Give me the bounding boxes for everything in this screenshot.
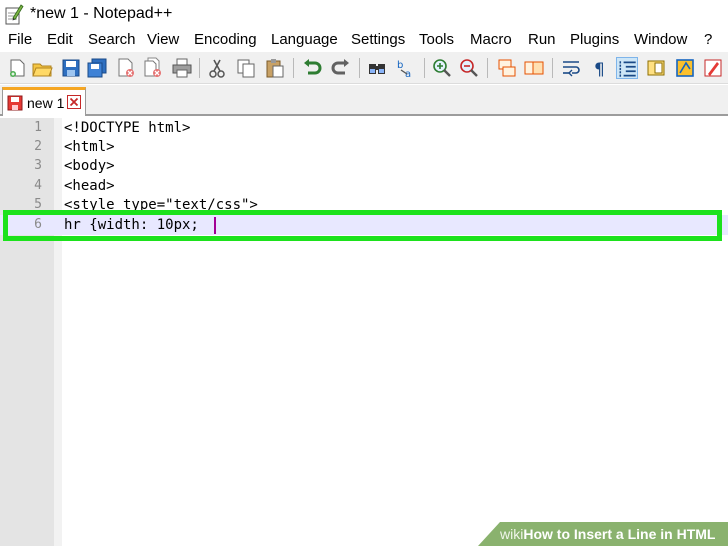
line-number: 1 bbox=[34, 120, 42, 135]
editor-area[interactable]: 1 <!DOCTYPE html> 2 <html> 3 <body> 4 <h… bbox=[0, 118, 728, 546]
copy-icon[interactable] bbox=[235, 57, 257, 79]
menu-macro[interactable]: Macro bbox=[470, 30, 512, 50]
document-map-icon[interactable] bbox=[645, 57, 667, 79]
svg-text:¶: ¶ bbox=[594, 60, 605, 79]
menu-bar: File Edit Search View Encoding Language … bbox=[0, 28, 728, 52]
notepad-plus-plus-app-icon bbox=[4, 3, 24, 25]
print-icon[interactable] bbox=[171, 57, 193, 79]
code-text[interactable]: <head> bbox=[64, 176, 115, 196]
code-line[interactable]: 3 <body> bbox=[0, 156, 728, 176]
menu-window[interactable]: Window bbox=[634, 30, 687, 50]
code-line[interactable]: 1 <!DOCTYPE html> bbox=[0, 118, 728, 138]
toolbar-separator bbox=[293, 58, 294, 78]
folder-workspace-icon[interactable] bbox=[702, 57, 724, 79]
menu-file[interactable]: File bbox=[8, 30, 32, 50]
tab-close-icon[interactable] bbox=[67, 95, 81, 109]
open-file-icon[interactable] bbox=[31, 57, 53, 79]
new-file-icon[interactable] bbox=[6, 57, 28, 79]
zoom-out-icon[interactable] bbox=[458, 57, 480, 79]
menu-edit[interactable]: Edit bbox=[47, 30, 73, 50]
paste-icon[interactable] bbox=[264, 57, 286, 79]
code-text[interactable]: <html> bbox=[64, 137, 115, 157]
watermark-title: How to Insert a Line in HTML bbox=[523, 526, 716, 542]
indent-guide-icon[interactable] bbox=[616, 57, 638, 79]
menu-plugins[interactable]: Plugins bbox=[570, 30, 619, 50]
tab-label: new 1 bbox=[27, 95, 65, 111]
watermark-text: wikiHow to Insert a Line in HTML bbox=[500, 525, 715, 543]
menu-search[interactable]: Search bbox=[88, 30, 136, 50]
zoom-in-icon[interactable] bbox=[431, 57, 453, 79]
instruction-highlight-box bbox=[3, 210, 722, 241]
function-list-icon[interactable] bbox=[674, 57, 696, 79]
code-text[interactable]: <body> bbox=[64, 156, 115, 176]
toolbar: ba ¶ bbox=[0, 52, 728, 84]
find-icon[interactable] bbox=[366, 57, 388, 79]
code-line[interactable]: 2 <html> bbox=[0, 137, 728, 157]
menu-help[interactable]: ? bbox=[704, 30, 712, 50]
save-all-icon[interactable] bbox=[86, 57, 108, 79]
undo-icon[interactable] bbox=[301, 57, 323, 79]
close-all-icon[interactable] bbox=[142, 57, 164, 79]
line-number: 2 bbox=[34, 139, 42, 154]
toolbar-separator bbox=[199, 58, 200, 78]
window-title: *new 1 - Notepad++ bbox=[30, 5, 173, 22]
close-icon[interactable] bbox=[115, 57, 137, 79]
menu-language[interactable]: Language bbox=[271, 30, 338, 50]
replace-icon[interactable]: ba bbox=[395, 57, 417, 79]
code-line[interactable]: 4 <head> bbox=[0, 176, 728, 196]
unsaved-file-icon bbox=[7, 95, 23, 111]
watermark-brand: wiki bbox=[500, 526, 524, 542]
sync-vertical-icon[interactable] bbox=[496, 57, 518, 79]
tab-bar: new 1 bbox=[0, 85, 728, 116]
toolbar-separator bbox=[552, 58, 553, 78]
title-bar: *new 1 - Notepad++ bbox=[0, 0, 728, 28]
code-text[interactable]: <!DOCTYPE html> bbox=[64, 118, 190, 138]
cut-icon[interactable] bbox=[206, 57, 228, 79]
menu-settings[interactable]: Settings bbox=[351, 30, 405, 50]
svg-text:b: b bbox=[397, 60, 403, 71]
redo-icon[interactable] bbox=[330, 57, 352, 79]
menu-run[interactable]: Run bbox=[528, 30, 556, 50]
toolbar-separator bbox=[424, 58, 425, 78]
toolbar-separator bbox=[487, 58, 488, 78]
save-icon[interactable] bbox=[60, 57, 82, 79]
menu-tools[interactable]: Tools bbox=[419, 30, 454, 50]
tab-new-1[interactable]: new 1 bbox=[2, 87, 86, 116]
show-all-characters-icon[interactable]: ¶ bbox=[589, 57, 611, 79]
line-number: 3 bbox=[34, 158, 42, 173]
word-wrap-icon[interactable] bbox=[560, 57, 582, 79]
menu-encoding[interactable]: Encoding bbox=[194, 30, 257, 50]
wikihow-watermark: wikiHow to Insert a Line in HTML bbox=[478, 522, 728, 546]
toolbar-separator bbox=[359, 58, 360, 78]
menu-view[interactable]: View bbox=[147, 30, 179, 50]
line-number: 4 bbox=[34, 178, 42, 193]
sync-horizontal-icon[interactable] bbox=[523, 57, 545, 79]
